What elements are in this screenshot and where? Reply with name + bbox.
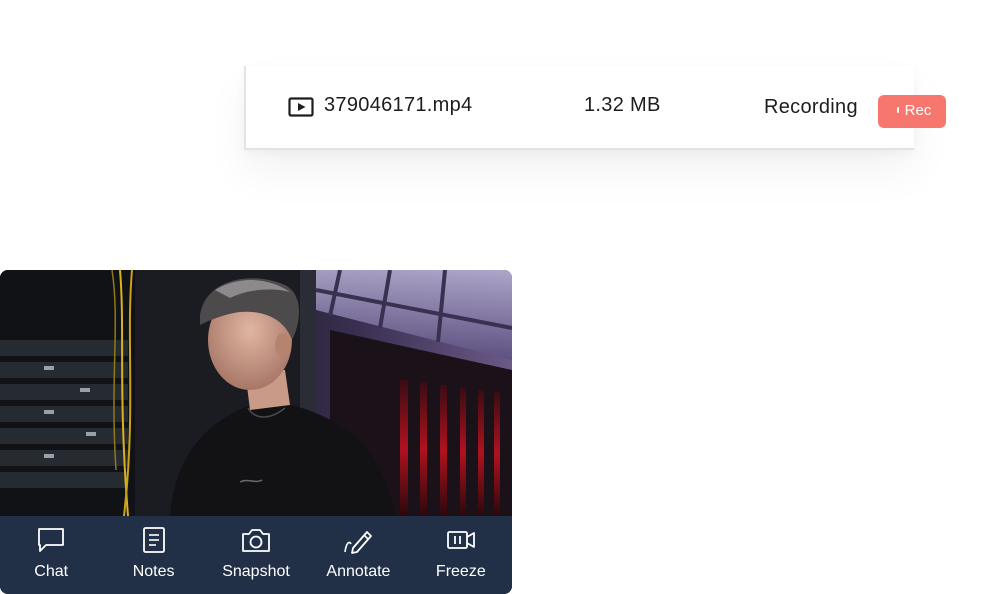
annotate-button[interactable]: Annotate (307, 516, 409, 594)
rec-button[interactable]: Rec (878, 95, 946, 128)
snapshot-button[interactable]: Snapshot (205, 516, 307, 594)
file-name: 379046171.mp4 (324, 94, 473, 116)
snapshot-label: Snapshot (222, 563, 290, 580)
play-file-icon (288, 97, 314, 117)
video-toolbar: Chat Notes Snapshot Annotate Freeze (0, 516, 512, 594)
pen-icon (344, 531, 373, 554)
video-panel: Chat Notes Snapshot Annotate Freeze (0, 270, 512, 594)
notes-icon (142, 527, 165, 553)
freeze-icon (446, 531, 475, 549)
file-size: 1.32 MB (584, 94, 661, 116)
freeze-button[interactable]: Freeze (410, 516, 512, 594)
rec-dot-icon (896, 107, 899, 114)
video-frame[interactable] (0, 270, 512, 516)
recording-file-row[interactable]: 379046171.mp4 1.32 MB Recording (244, 66, 914, 150)
freeze-label: Freeze (435, 563, 486, 580)
notes-label: Notes (132, 563, 175, 580)
page: 379046171.mp4 1.32 MB Recording Rec Chat… (0, 0, 990, 594)
chat-icon (38, 528, 65, 552)
chat-label: Chat (34, 563, 69, 580)
notes-button[interactable]: Notes (102, 516, 204, 594)
person-in-server-room (0, 270, 512, 516)
chat-button[interactable]: Chat (0, 516, 102, 594)
annotate-label: Annotate (326, 563, 391, 580)
rec-button-label: Rec (904, 102, 932, 119)
camera-icon (242, 529, 270, 552)
recording-status: Recording (764, 96, 858, 118)
